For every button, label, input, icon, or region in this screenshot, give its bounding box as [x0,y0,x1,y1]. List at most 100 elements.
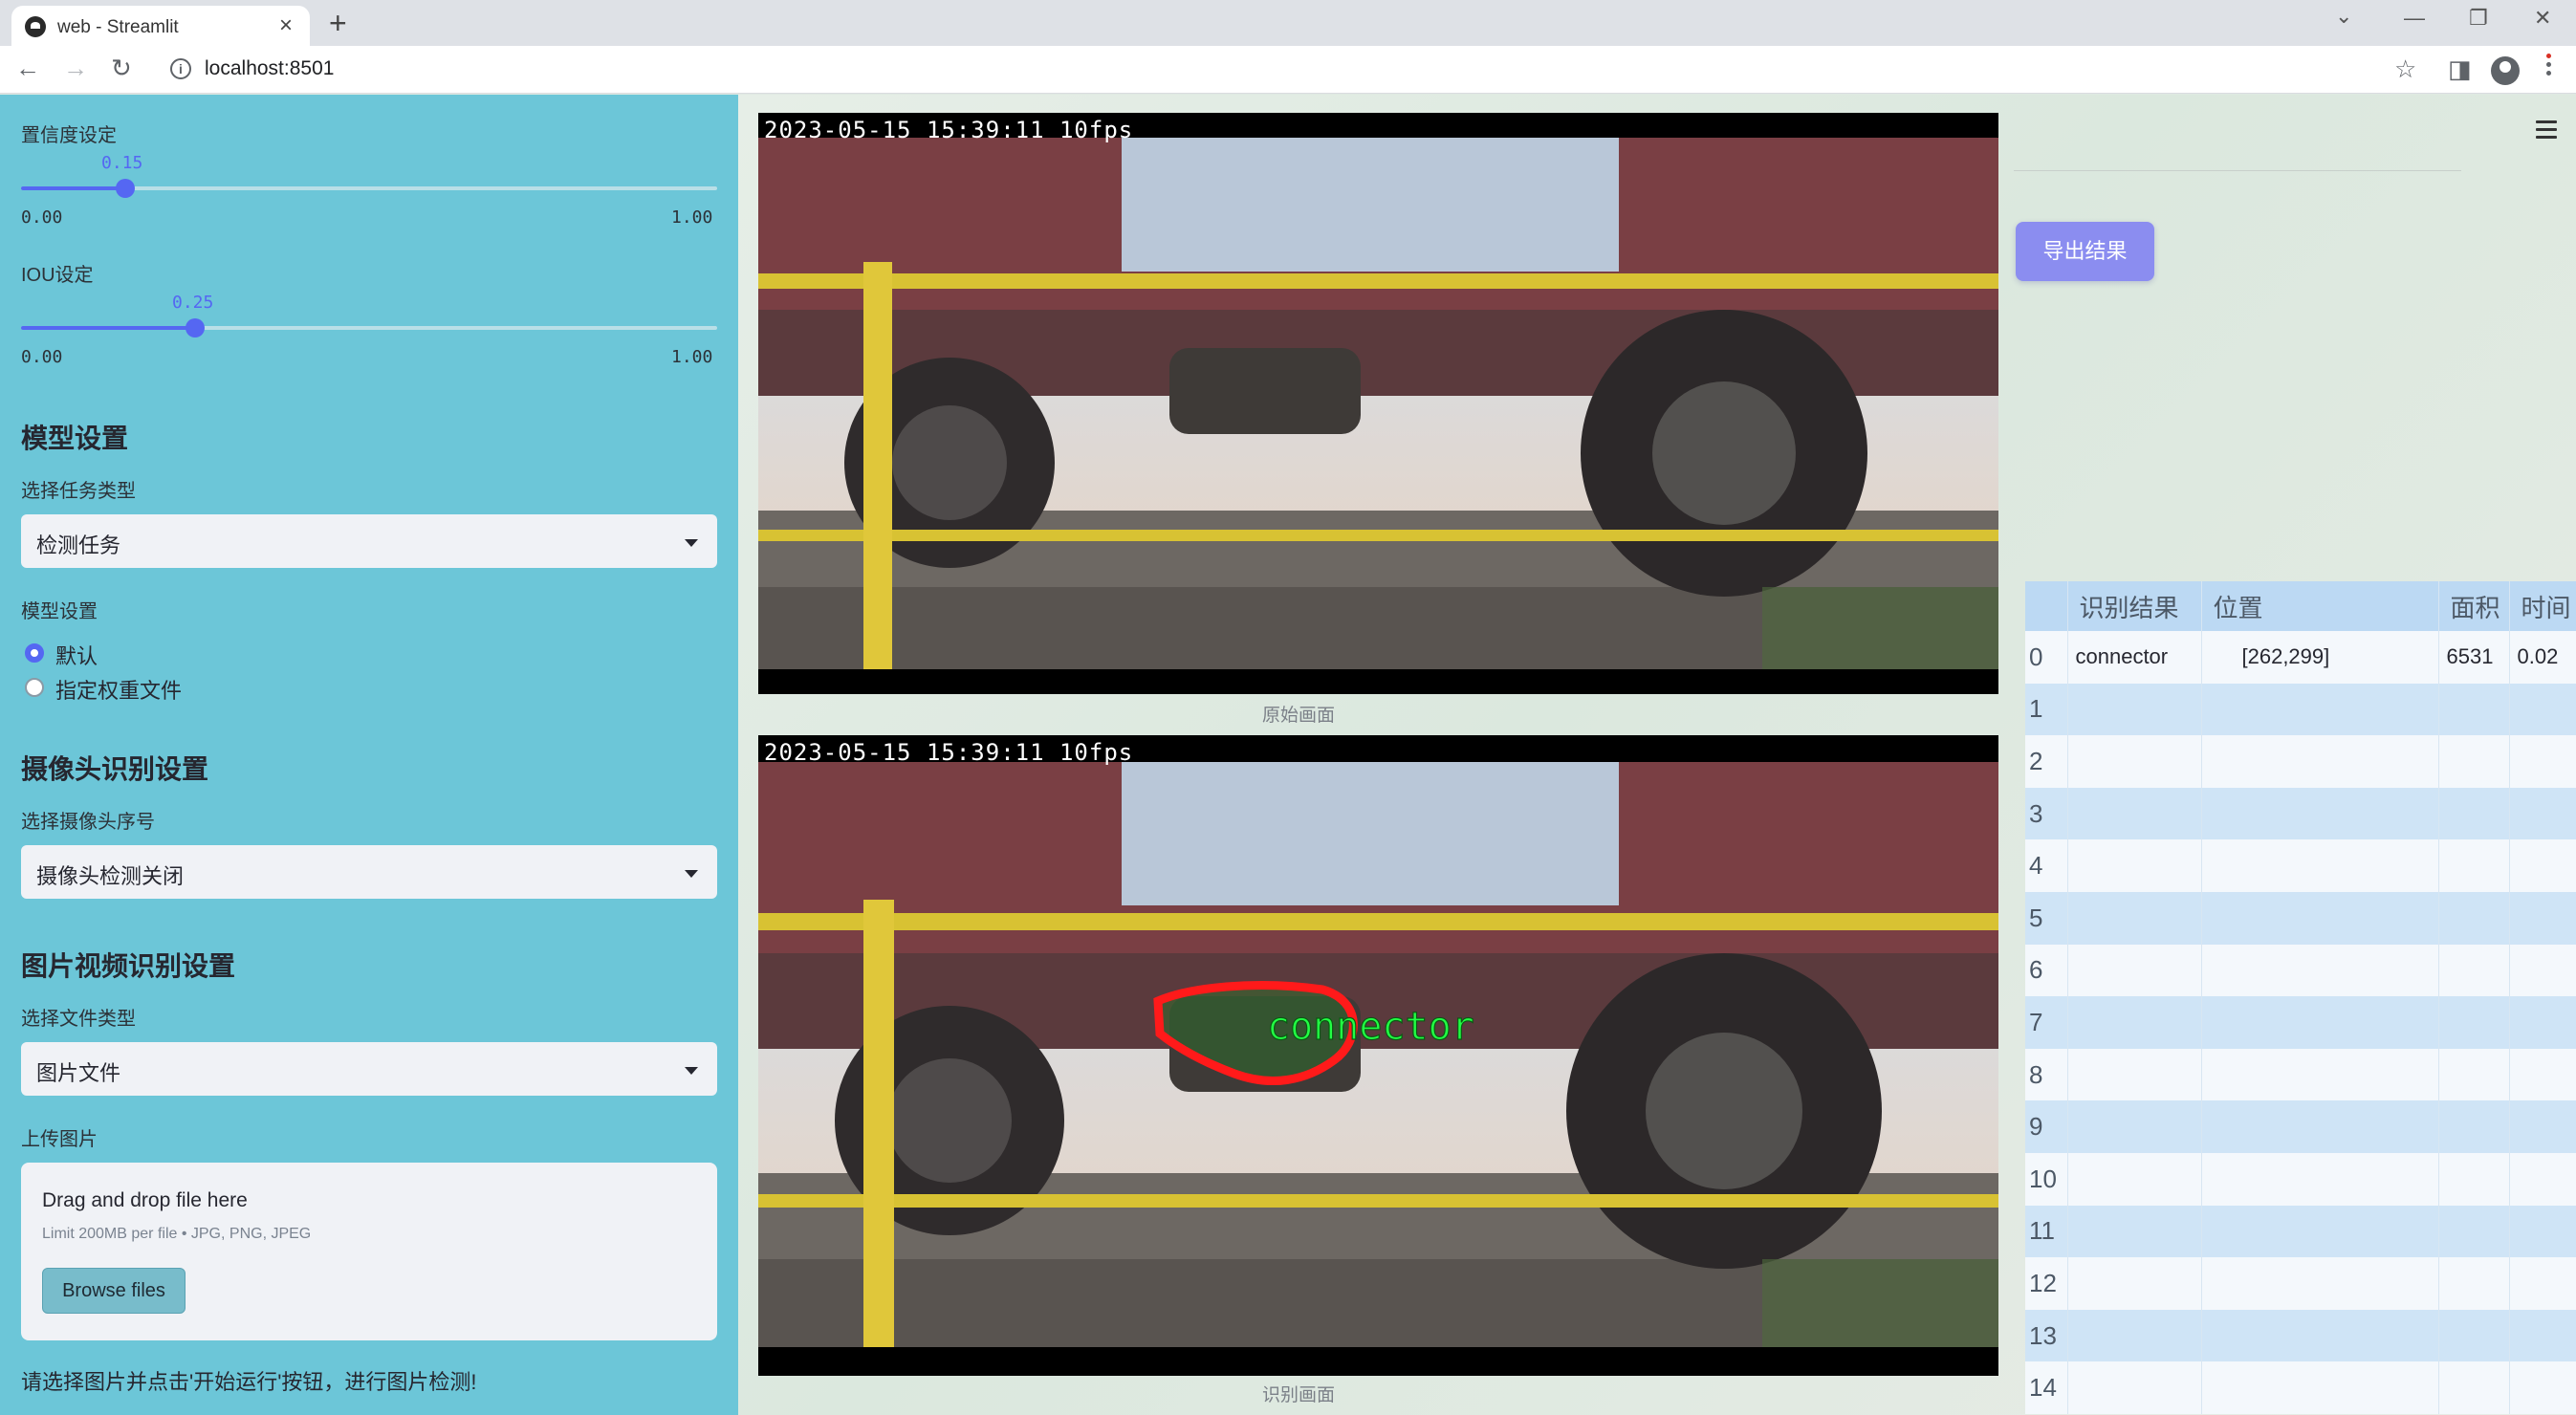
profile-icon[interactable] [2491,56,2520,85]
iou-slider-thumb[interactable] [186,318,205,337]
table-cell-time: 0.02 [2509,631,2576,684]
table-cell-index: 10 [2025,1152,2068,1206]
chevron-down-icon [685,539,698,547]
radio-custom-weights-label[interactable]: 指定权重文件 [55,674,182,705]
table-row[interactable]: 3 [2025,787,2576,840]
table-cell-area [2438,839,2510,892]
table-row[interactable]: 5 [2025,891,2576,945]
table-row[interactable]: 8 [2025,1048,2576,1101]
table-row[interactable]: 2 [2025,735,2576,788]
table-cell-index: 7 [2025,996,2068,1049]
detected-frame: connector 2023-05-15 15:39:11 10fps [758,735,1998,1376]
table-row[interactable]: 14 [2025,1361,2576,1414]
file-type-select[interactable]: 图片文件 [21,1042,717,1096]
site-info-icon[interactable]: i [170,58,191,79]
file-uploader-dropzone[interactable]: Drag and drop file here Limit 200MB per … [21,1163,717,1340]
table-header-position[interactable]: 位置 [2201,581,2439,631]
back-button[interactable]: ← [15,54,40,83]
browse-files-button[interactable]: Browse files [42,1268,186,1314]
table-cell-time [2509,787,2576,840]
table-cell-result [2067,891,2202,945]
table-cell-position [2201,1361,2439,1414]
browser-tab[interactable]: web - Streamlit × [11,6,310,46]
table-cell-time [2509,1152,2576,1206]
table-cell-area [2438,1152,2510,1206]
table-cell-result [2067,996,2202,1049]
chevron-down-icon [685,870,698,878]
table-cell-result [2067,787,2202,840]
table-row[interactable]: 13 [2025,1309,2576,1362]
task-type-select[interactable]: 检测任务 [21,514,717,568]
table-row[interactable]: 11 [2025,1205,2576,1258]
tab-list-icon[interactable]: ⌄ [2335,4,2352,29]
table-cell-area [2438,1361,2510,1414]
confidence-slider[interactable] [21,179,717,198]
window-minimize-button[interactable]: — [2404,6,2425,31]
model-settings-label: 模型设置 [21,601,98,622]
table-cell-index: 4 [2025,839,2068,892]
radio-default-label[interactable]: 默认 [55,640,98,670]
table-cell-time [2509,996,2576,1049]
table-cell-position [2201,839,2439,892]
table-cell-area [2438,1257,2510,1310]
radio-default[interactable] [25,643,44,663]
table-row[interactable]: 0 connector [262,299] 6531 0.02 [2025,631,2576,684]
table-row[interactable]: 6 [2025,944,2576,997]
table-cell-time [2509,839,2576,892]
table-cell-result [2067,1152,2202,1206]
table-row[interactable]: 4 [2025,839,2576,892]
table-row[interactable]: 12 [2025,1257,2576,1310]
table-cell-area [2438,735,2510,788]
sidebar-hint: 请选择图片并点击'开始运行'按钮，进行图片检测! [21,1370,477,1394]
side-panel-icon[interactable]: ◨ [2448,54,2472,84]
camera-index-select[interactable]: 摄像头检测关闭 [21,845,717,899]
table-cell-index: 11 [2025,1205,2068,1258]
reload-button[interactable]: ↻ [111,54,132,83]
table-cell-area [2438,1100,2510,1153]
table-cell-position [2201,735,2439,788]
forward-button[interactable]: → [63,54,88,83]
table-cell-result: connector [2067,631,2202,684]
confidence-label: 置信度设定 [21,125,117,146]
table-cell-position [2201,944,2439,997]
table-cell-index: 0 [2025,631,2068,684]
table-cell-result [2067,1309,2202,1362]
iou-min: 0.00 [21,347,63,367]
confidence-slider-thumb[interactable] [116,179,136,198]
hamburger-menu-icon[interactable] [2536,120,2557,143]
table-row[interactable]: 7 [2025,996,2576,1049]
iou-slider[interactable] [21,318,717,337]
bookmark-star-icon[interactable]: ☆ [2394,54,2416,84]
export-results-button[interactable]: 导出结果 [2016,222,2154,281]
table-cell-result [2067,1100,2202,1153]
table-cell-result [2067,839,2202,892]
table-row[interactable]: 9 [2025,1100,2576,1153]
chevron-down-icon [685,1067,698,1075]
window-close-button[interactable]: ✕ [2534,6,2551,31]
table-cell-index: 9 [2025,1100,2068,1153]
table-cell-result [2067,1205,2202,1258]
table-cell-position [2201,683,2439,736]
new-tab-button[interactable]: + [329,6,347,40]
browser-tab-bar: web - Streamlit × + ⌄ — ❐ ✕ [0,0,2576,46]
address-bar[interactable]: localhost:8501 [205,57,334,80]
tab-close-icon[interactable]: × [279,12,293,39]
table-header-area[interactable]: 面积 [2438,581,2510,631]
task-type-value: 检测任务 [36,533,121,557]
table-cell-result [2067,735,2202,788]
iou-label: IOU设定 [21,265,94,286]
radio-custom-weights[interactable] [25,678,44,697]
table-header-time[interactable]: 时间 [2509,581,2576,631]
table-cell-index: 2 [2025,735,2068,788]
browser-kebab-menu-icon[interactable] [2546,54,2552,82]
table-cell-time [2509,1361,2576,1414]
table-row[interactable]: 10 [2025,1152,2576,1206]
table-header-row: 识别结果 位置 面积 时间 [2025,581,2576,631]
window-restore-button[interactable]: ❐ [2469,6,2488,31]
task-type-label: 选择任务类型 [21,481,136,502]
table-row[interactable]: 1 [2025,683,2576,736]
table-header-index[interactable] [2025,581,2068,631]
upload-label: 上传图片 [21,1129,98,1150]
table-header-result[interactable]: 识别结果 [2067,581,2202,631]
divider [2014,170,2461,171]
